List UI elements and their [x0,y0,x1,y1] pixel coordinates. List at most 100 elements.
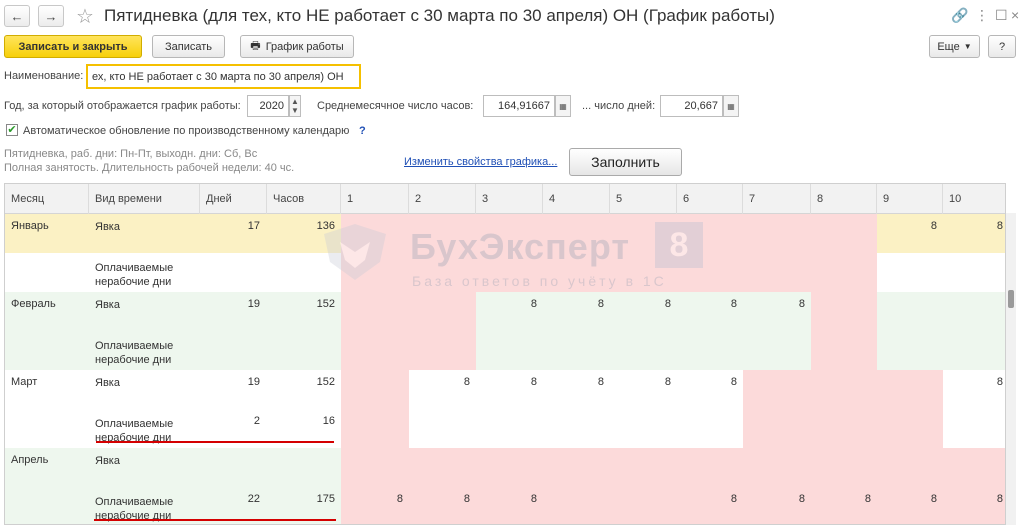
year-spinner-icon[interactable]: ▲ ▼ [289,95,301,117]
day-cell[interactable] [743,331,811,370]
day-cell[interactable] [677,253,743,292]
schedule-button[interactable]: 🖶 График работы [240,35,354,58]
day-cell[interactable] [476,448,543,487]
help-question-icon[interactable]: ? [359,125,366,137]
forward-arrow-icon[interactable]: → [38,5,64,27]
schedule-description-1: Пятидневка, раб. дни: Пн-Пт, выходн. дни… [4,148,258,160]
day-cell[interactable] [409,331,476,370]
header-day[interactable]: 8 [811,184,877,214]
header-day[interactable]: 5 [610,184,677,214]
day-cell[interactable] [677,448,743,487]
save-button[interactable]: Записать [152,35,225,58]
day-cell[interactable] [943,409,1005,448]
day-cell[interactable] [409,448,476,487]
day-cell[interactable] [811,214,877,253]
more-options-icon[interactable]: ⋮ [975,7,989,24]
fill-button[interactable]: Заполнить [569,148,682,176]
header-day[interactable]: 6 [677,184,743,214]
vertical-scrollbar[interactable] [1006,213,1016,525]
favorite-star-icon[interactable]: ☆ [76,4,94,29]
header-day[interactable]: 9 [877,184,943,214]
day-cell[interactable] [476,214,543,253]
day-cell[interactable] [476,409,543,448]
time-type-cell: Явка [95,377,120,389]
days-input[interactable]: 20,667 [660,95,723,117]
day-cell[interactable] [476,253,543,292]
day-cell[interactable] [341,448,409,487]
day-cell[interactable] [877,292,943,331]
header-day[interactable]: 4 [543,184,610,214]
day-cell[interactable] [341,331,409,370]
day-cell[interactable] [341,292,409,331]
header-day[interactable]: 1 [341,184,409,214]
calculator-icon[interactable]: ▦ [723,95,739,117]
header-month[interactable]: Месяц [5,184,89,214]
day-cell[interactable] [943,292,1005,331]
header-hours[interactable]: Часов [267,184,341,214]
help-button[interactable]: ? [988,35,1016,58]
day-cell[interactable] [743,253,811,292]
header-day[interactable]: 7 [743,184,811,214]
header-day[interactable]: 3 [476,184,543,214]
day-cell[interactable] [877,253,943,292]
day-cell[interactable] [341,253,409,292]
day-cell[interactable] [610,331,677,370]
day-cell[interactable] [743,448,811,487]
day-cell[interactable] [677,331,743,370]
day-cell[interactable] [543,214,610,253]
day-cell[interactable] [610,448,677,487]
day-cell[interactable] [677,214,743,253]
day-cell[interactable] [610,487,677,524]
day-cell[interactable] [943,253,1005,292]
day-cell[interactable] [743,409,811,448]
day-cell[interactable] [811,448,877,487]
day-cell[interactable] [409,292,476,331]
day-cell[interactable] [341,214,409,253]
day-cell[interactable] [409,214,476,253]
day-cell[interactable] [610,253,677,292]
day-cell[interactable] [476,331,543,370]
day-cell[interactable] [743,214,811,253]
day-cell[interactable] [811,253,877,292]
day-cell[interactable] [341,409,409,448]
day-cell[interactable] [610,214,677,253]
day-cell[interactable] [543,253,610,292]
back-arrow-icon[interactable]: ← [4,5,30,27]
day-cell[interactable] [543,409,610,448]
avg-hours-input[interactable]: 164,91667 [483,95,555,117]
day-cell[interactable] [543,331,610,370]
day-cell[interactable] [610,409,677,448]
day-cell[interactable] [811,409,877,448]
header-day[interactable]: 10 [943,184,1005,214]
day-cell[interactable] [409,253,476,292]
day-cell[interactable] [943,331,1005,370]
day-cell[interactable] [877,409,943,448]
scrollbar-thumb[interactable] [1008,290,1014,308]
day-cell[interactable] [543,448,610,487]
maximize-icon[interactable]: ☐ [995,7,1008,24]
day-cell[interactable] [341,370,409,409]
day-cell[interactable] [877,448,943,487]
close-icon[interactable]: × [1011,7,1019,23]
calculator-icon[interactable]: ▦ [555,95,571,117]
year-input[interactable]: 2020 [247,95,289,117]
link-icon[interactable]: 🔗 [951,7,968,24]
day-cell[interactable] [877,331,943,370]
header-time-type[interactable]: Вид времени [89,184,200,214]
change-properties-link[interactable]: Изменить свойства графика... [404,156,557,168]
header-day[interactable]: 2 [409,184,476,214]
name-input[interactable]: ех, кто НЕ работает с 30 марта по 30 апр… [86,64,361,89]
day-cell[interactable] [811,331,877,370]
day-cell[interactable] [877,370,943,409]
auto-update-checkbox[interactable]: ✔ [6,124,18,136]
header-days[interactable]: Дней [200,184,267,214]
day-cell[interactable] [943,448,1005,487]
day-cell[interactable] [811,292,877,331]
save-and-close-button[interactable]: Записать и закрыть [4,35,142,58]
day-cell[interactable] [409,409,476,448]
more-button[interactable]: Еще ▼ [929,35,980,58]
day-cell[interactable] [543,487,610,524]
day-cell[interactable] [811,370,877,409]
day-cell[interactable] [677,409,743,448]
day-cell[interactable] [743,370,811,409]
